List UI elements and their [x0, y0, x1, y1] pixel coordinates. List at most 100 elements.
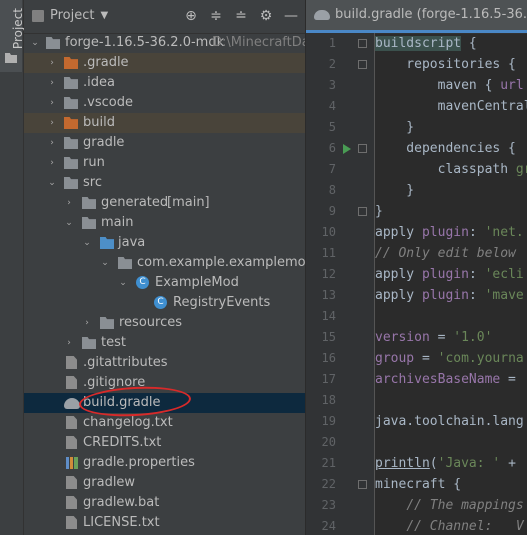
run-gutter-icon[interactable] — [343, 144, 351, 154]
chevron-down-icon[interactable]: ⌄ — [100, 253, 110, 273]
tree-item-examplemod[interactable]: ⌄ C ExampleMod — [24, 273, 305, 293]
editor-tab-bar: build.gradle (forge-1.16.5-36.2.0-mdk) — [306, 0, 527, 34]
code-line: apply plugin: 'ecli — [375, 267, 524, 282]
file-icon — [66, 436, 77, 449]
tab-build-gradle[interactable]: build.gradle (forge-1.16.5-36.2.0-mdk) — [306, 0, 527, 33]
fold-marker-icon[interactable] — [358, 144, 367, 153]
tree-item-registryevents[interactable]: C RegistryEvents — [24, 293, 305, 313]
line-number: 5 — [328, 120, 336, 134]
tree-item-label: build — [83, 115, 115, 130]
fold-marker-icon[interactable] — [358, 207, 367, 216]
chevron-right-icon[interactable]: › — [64, 193, 74, 213]
tree-item-main[interactable]: ⌄ main — [24, 213, 305, 233]
tree-item-resources[interactable]: › resources — [24, 313, 305, 333]
panel-toolbar: ⊕ ≑ ≐ ⚙ — — [183, 7, 299, 25]
folder-icon — [64, 157, 78, 169]
tree-item-label: LICENSE.txt — [83, 515, 160, 530]
tree-item-label: src — [83, 175, 102, 190]
tree-item-label: .vscode — [83, 95, 133, 110]
project-view-selector[interactable]: Project ▼ — [32, 8, 108, 23]
chevron-right-icon[interactable]: › — [47, 133, 57, 153]
tree-item-label: gradlew.bat — [83, 495, 160, 510]
tree-item-generated[interactable]: › generated [main] — [24, 193, 305, 213]
tree-item-run[interactable]: › run — [24, 153, 305, 173]
line-number: 10 — [321, 225, 336, 239]
tree-item-gradlew-bat[interactable]: gradlew.bat — [24, 493, 305, 513]
chevron-right-icon[interactable]: › — [82, 313, 92, 333]
tree-item-license-txt[interactable]: LICENSE.txt — [24, 513, 305, 533]
folder-icon — [64, 57, 78, 69]
tree-item-changelog-txt[interactable]: changelog.txt — [24, 413, 305, 433]
code-line: } — [375, 204, 383, 219]
file-icon — [66, 496, 77, 509]
package-icon — [118, 257, 132, 269]
code-line: version = '1.0' — [375, 330, 493, 345]
code-line: archivesBaseName = — [375, 372, 524, 387]
tree-item-label: main — [101, 215, 134, 230]
tree-item-forge-1-16-5-36-2-0-mdk[interactable]: ⌄ forge-1.16.5-36.2.0-mdkD:\MinecraftData — [24, 33, 305, 53]
chevron-down-icon[interactable]: ⌄ — [64, 213, 74, 233]
hide-panel-icon[interactable]: — — [283, 7, 299, 25]
file-icon — [66, 476, 77, 489]
code-line: dependencies { — [375, 141, 516, 156]
file-icon — [66, 356, 77, 369]
line-number: 15 — [321, 330, 336, 344]
folder-icon — [82, 217, 96, 229]
tree-item-build[interactable]: › build — [24, 113, 305, 133]
expand-all-icon[interactable]: ≑ — [208, 7, 224, 25]
line-number: 12 — [321, 267, 336, 281]
tree-item-label: run — [83, 155, 105, 170]
chevron-down-icon[interactable]: ⌄ — [82, 233, 92, 253]
code-line: java.toolchain.lang — [375, 414, 524, 429]
tree-item-gradle[interactable]: › gradle — [24, 133, 305, 153]
chevron-right-icon[interactable]: › — [47, 153, 57, 173]
tree-item-test[interactable]: › test — [24, 333, 305, 353]
line-number-gutter: 1 2 3 4 5 6 7 8 9 10 11 12 13 14 15 16 17 18 19 20 21 22 23 24 — [306, 33, 375, 535]
tree-item-vscode[interactable]: › .vscode — [24, 93, 305, 113]
chevron-right-icon[interactable]: › — [47, 93, 57, 113]
line-number: 24 — [321, 519, 336, 533]
tree-item-label: .gradle — [83, 55, 129, 70]
fold-marker-icon[interactable] — [358, 480, 367, 489]
code-line: minecraft { — [375, 477, 462, 492]
folder-icon — [64, 117, 78, 129]
chevron-down-icon[interactable]: ⌄ — [47, 173, 57, 193]
chevron-down-icon[interactable]: ⌄ — [118, 273, 128, 293]
tree-item-label: RegistryEvents — [173, 295, 271, 310]
tree-item-src[interactable]: ⌄ src — [24, 173, 305, 193]
tree-item-idea[interactable]: › .idea — [24, 73, 305, 93]
tree-item-gradle[interactable]: › .gradle — [24, 53, 305, 73]
tree-item-gradlew[interactable]: gradlew — [24, 473, 305, 493]
tree-item-gitattributes[interactable]: .gitattributes — [24, 353, 305, 373]
code-line: apply plugin: 'net. — [375, 225, 524, 240]
folder-icon — [64, 77, 78, 89]
code-line: // Channel: V — [406, 519, 524, 534]
project-tool-tab[interactable]: Project — [0, 0, 25, 72]
tree-item-gradle-properties[interactable]: gradle.properties — [24, 453, 305, 473]
tab-label: build.gradle (forge-1.16.5-36.2.0-mdk) — [335, 7, 527, 22]
properties-icon — [66, 457, 78, 469]
chevron-right-icon[interactable]: › — [47, 113, 57, 133]
code-area[interactable]: buildscript { repositories { maven { url… — [375, 33, 527, 535]
collapse-all-icon[interactable]: ≐ — [233, 7, 249, 25]
chevron-right-icon[interactable]: › — [47, 53, 57, 73]
tree-item-label: resources — [119, 315, 183, 330]
fold-marker-icon[interactable] — [358, 60, 367, 69]
folder-icon — [46, 37, 60, 49]
chevron-down-icon[interactable]: ⌄ — [30, 33, 40, 53]
tree-item-java[interactable]: ⌄ java — [24, 233, 305, 253]
fold-marker-icon[interactable] — [358, 39, 367, 48]
folder-icon — [100, 317, 114, 329]
line-number: 22 — [321, 477, 336, 491]
gear-icon[interactable]: ⚙ — [258, 7, 274, 25]
tree-item-credits-txt[interactable]: CREDITS.txt — [24, 433, 305, 453]
chevron-down-icon: ▼ — [100, 10, 109, 21]
folder-icon — [64, 177, 78, 189]
tree-item-com-example-examplemod[interactable]: ⌄ com.example.examplemod — [24, 253, 305, 273]
chevron-right-icon[interactable]: › — [47, 73, 57, 93]
code-line: } — [375, 120, 415, 135]
chevron-right-icon[interactable]: › — [64, 333, 74, 353]
code-line: println('Java: ' + — [375, 456, 524, 471]
tree-item-label: gradle — [83, 135, 125, 150]
locate-icon[interactable]: ⊕ — [183, 7, 199, 25]
